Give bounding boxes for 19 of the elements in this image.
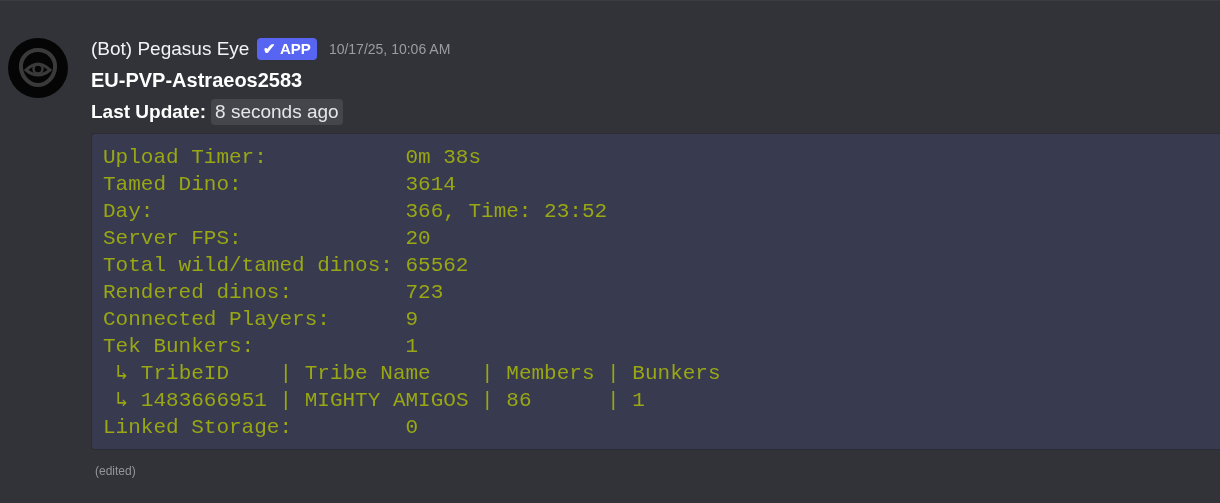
code-line: Linked Storage: 0 [103, 415, 419, 441]
code-line: Upload Timer: 0m 38s [103, 145, 482, 171]
app-badge: ✔ APP [257, 38, 317, 60]
timestamp: 10/17/25, 10:06 AM [328, 41, 451, 57]
code-line: Tek Bunkers: 1 [103, 334, 419, 360]
code-line: Rendered dinos: 723 [103, 280, 444, 306]
code-line: Total wild/tamed dinos: 65562 [103, 253, 469, 279]
author-name[interactable]: (Bot) Pegasus Eye [91, 38, 250, 60]
update-time: 8 seconds ago [211, 99, 343, 125]
code-line: Day: 366, Time: 23:52 [103, 199, 608, 225]
edited-label: (edited) [95, 464, 137, 478]
code-line: Server FPS: 20 [103, 226, 431, 252]
code-line: ↳ TribeID | Tribe Name | Members | Bunkers [114, 361, 721, 387]
code-line: ↳ 1483666951 | MIGHTY AMIGOS | 86 | 1 [114, 388, 645, 414]
update-label: Last Update: [91, 101, 207, 123]
message-title: EU-PVP-Astraeos2583 [91, 68, 304, 92]
avatar-eye-icon[interactable] [8, 38, 68, 98]
code-line: Tamed Dino: 3614 [103, 172, 456, 198]
code-line: Connected Players: 9 [103, 307, 419, 333]
